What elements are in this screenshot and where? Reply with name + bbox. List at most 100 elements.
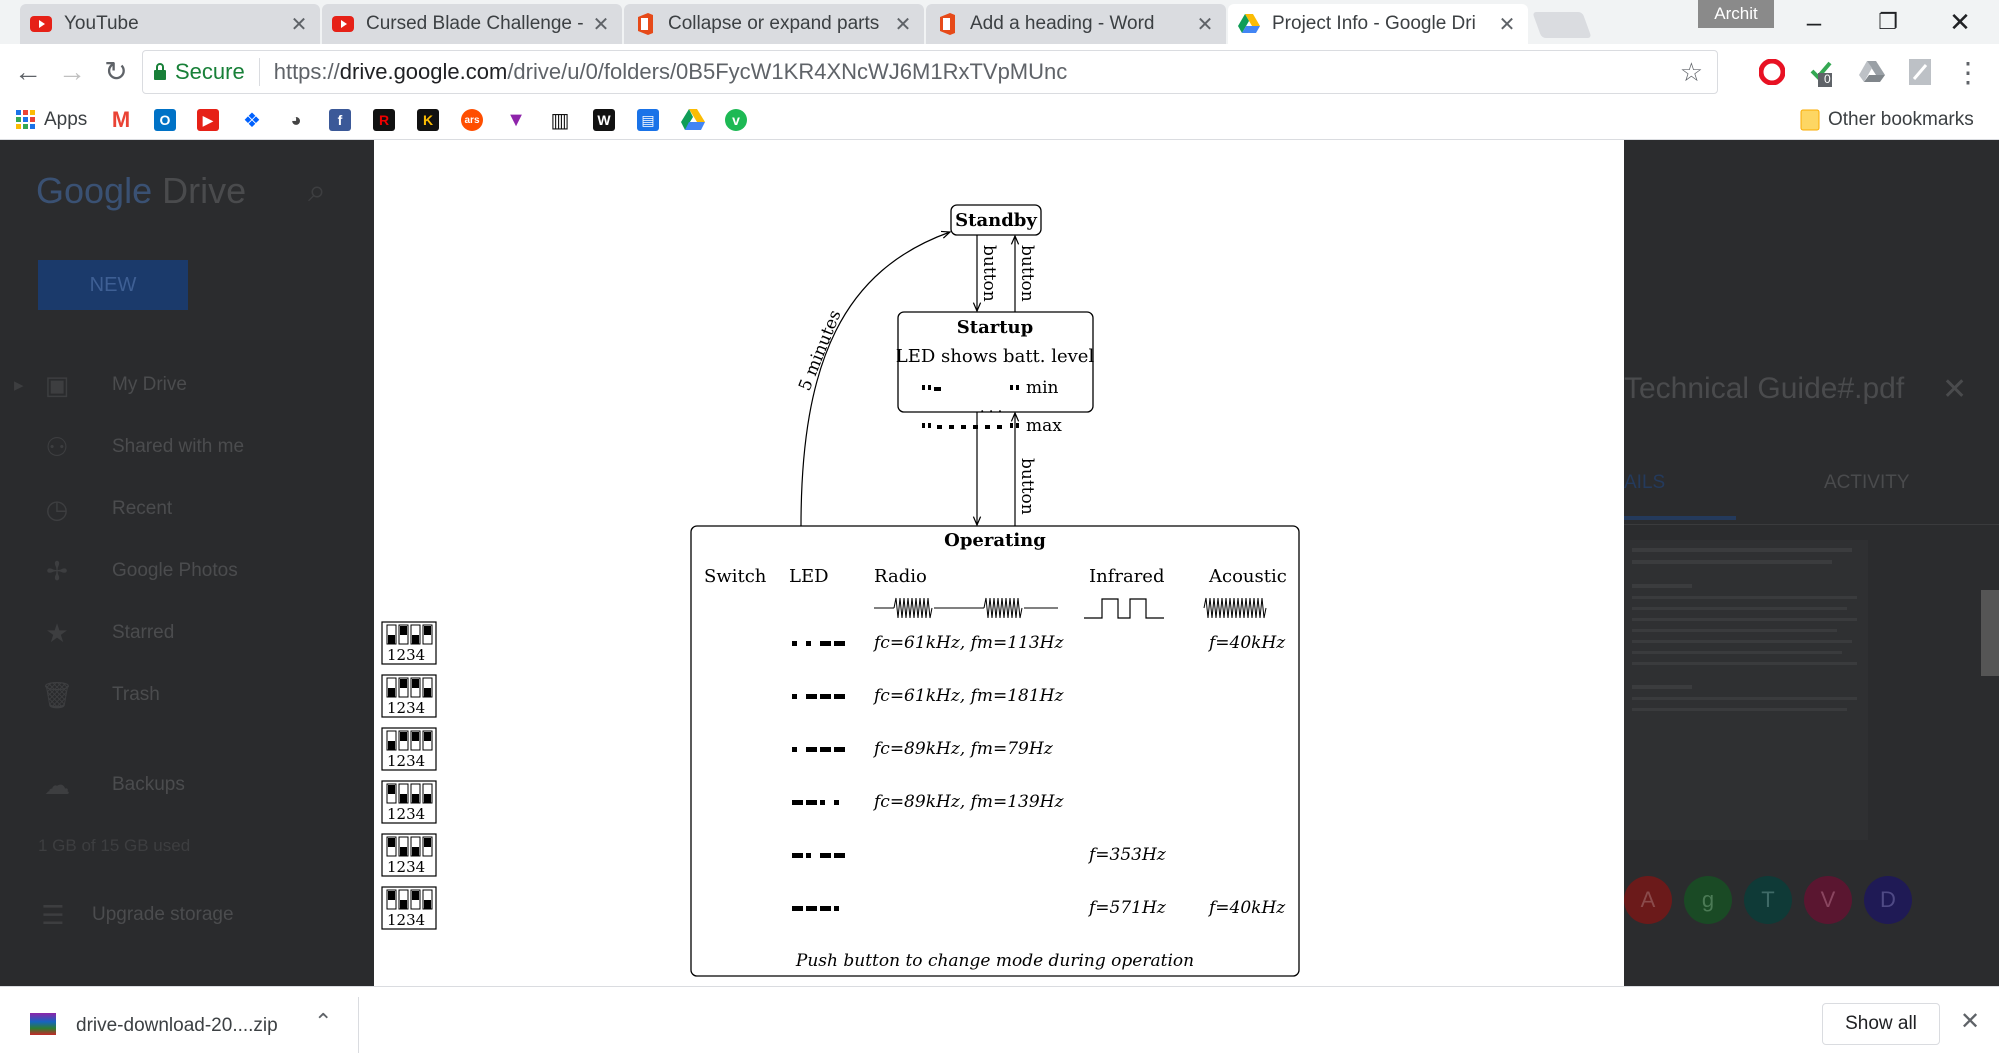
forward-icon[interactable]: → <box>52 52 92 92</box>
menu-icon[interactable]: ⋮ <box>1952 56 1984 88</box>
secure-indicator[interactable]: Secure <box>143 58 260 86</box>
footer-note: Push button to change mode during operat… <box>795 951 1194 971</box>
close-icon[interactable]: ✕ <box>1496 12 1518 37</box>
tab-project-info-drive[interactable]: Project Info - Google Dri ✕ <box>1228 4 1528 44</box>
sidebar-item-label: Trash <box>112 684 160 705</box>
ars-bookmark[interactable]: ars <box>461 108 483 132</box>
sidebar-item-backups[interactable]: ☁ Backups <box>0 760 374 810</box>
shared-icon: ⚇ <box>45 431 69 462</box>
opera-icon[interactable] <box>1756 56 1788 88</box>
r-bookmark[interactable]: R <box>373 108 395 132</box>
logo-drive: Drive <box>162 170 247 211</box>
timeout-label: 5 minutes <box>795 307 845 394</box>
sidebar-item-starred[interactable]: ★ Starred <box>0 608 374 658</box>
back-icon[interactable]: ← <box>8 52 48 92</box>
minimize-icon[interactable]: – <box>1784 4 1844 40</box>
tab-details[interactable]: AILS <box>1624 472 1665 494</box>
secure-label: Secure <box>175 59 245 84</box>
star-icon: ★ <box>45 617 69 648</box>
pdf-viewer-page[interactable]: Standby button button Startup LED shows … <box>374 140 1624 986</box>
download-filename[interactable]: drive-download-20....zip <box>76 1015 278 1037</box>
tab-cursed-blade[interactable]: Cursed Blade Challenge - ✕ <box>322 4 622 44</box>
hp-site-icon: ▥ <box>549 109 571 132</box>
sidebar-item-my-drive[interactable]: ▸ ▣ My Drive <box>0 360 374 410</box>
bookmark-star-icon[interactable]: ☆ <box>1680 57 1703 88</box>
profile-badge[interactable]: Archit <box>1698 0 1774 28</box>
close-icon[interactable]: ✕ <box>590 12 612 37</box>
new-tab-button[interactable] <box>1532 12 1592 38</box>
office-icon <box>936 13 958 35</box>
v-bookmark[interactable]: ▼ <box>505 108 527 132</box>
close-icon[interactable]: ✕ <box>288 12 310 37</box>
reddit-bookmark[interactable]: ◕ <box>285 108 307 132</box>
k-bookmark[interactable]: K <box>417 108 439 132</box>
extension-badge-icon[interactable]: 0 <box>1806 56 1838 88</box>
address-bar[interactable]: Secure https://drive.google.com/drive/u/… <box>142 50 1718 94</box>
drive-logo[interactable]: Google Drive <box>36 170 246 212</box>
new-button[interactable]: NEW <box>38 260 188 310</box>
tab-collapse-expand[interactable]: Collapse or expand parts ✕ <box>624 4 924 44</box>
apps-bookmark[interactable]: Apps <box>16 108 87 132</box>
calendar-bookmark[interactable]: ▤ <box>637 108 659 132</box>
dropbox-bookmark[interactable]: ❖ <box>241 108 263 132</box>
clock-icon: ◷ <box>45 493 69 524</box>
acoustic-freq-text: f=40kHz <box>1207 633 1286 653</box>
sidebar-item-shared[interactable]: ⚇ Shared with me <box>0 422 374 472</box>
drive-extension-icon[interactable] <box>1856 56 1888 88</box>
calendar-icon: ▤ <box>637 109 659 131</box>
expand-arrow-icon[interactable]: ▸ <box>14 374 24 397</box>
avatar[interactable]: T <box>1744 876 1792 924</box>
show-all-button[interactable]: Show all <box>1822 1003 1940 1045</box>
close-icon[interactable]: ✕ <box>892 12 914 37</box>
outlook-bookmark[interactable]: O <box>154 108 176 132</box>
drive-bookmark[interactable] <box>681 108 705 132</box>
radio-freq-text: fc=89kHz, fm=139Hz <box>872 792 1065 812</box>
infrared-freq-text: f=353Hz <box>1087 845 1167 865</box>
tab-activity[interactable]: ACTIVITY <box>1824 472 1910 494</box>
upgrade-storage-link[interactable]: ☰ Upgrade storage <box>0 890 374 940</box>
radio-freq-text: fc=89kHz, fm=79Hz <box>872 739 1054 759</box>
avatar[interactable]: g <box>1684 876 1732 924</box>
chevron-up-icon[interactable]: ⌃ <box>314 1009 332 1035</box>
reddit-icon: ◕ <box>285 109 307 131</box>
other-bookmarks-label: Other bookmarks <box>1828 109 1974 130</box>
window-close-icon[interactable]: ✕ <box>1930 4 1990 40</box>
tab-label: Collapse or expand parts <box>668 13 880 34</box>
details-close-icon[interactable]: ✕ <box>1942 372 1967 407</box>
w-bookmark[interactable]: W <box>593 108 615 132</box>
facebook-bookmark[interactable]: f <box>329 108 351 132</box>
reload-icon[interactable]: ↻ <box>96 52 136 92</box>
collaborator-avatars: A g T V D <box>1624 876 1912 924</box>
close-icon[interactable]: ✕ <box>1194 12 1216 37</box>
hp-bookmark[interactable]: ▥ <box>549 108 571 132</box>
gmail-icon: M <box>110 107 132 132</box>
avatar[interactable]: D <box>1864 876 1912 924</box>
header-radio: Radio <box>874 566 927 587</box>
sidebar-item-trash[interactable]: 🗑 Trash <box>0 670 374 720</box>
avatar[interactable]: A <box>1624 876 1672 924</box>
folder-icon <box>1800 109 1820 131</box>
switch-digits: 1234 <box>387 646 425 664</box>
url-text[interactable]: https://drive.google.com/drive/u/0/folde… <box>260 59 1068 85</box>
gmail-bookmark[interactable]: M <box>110 107 132 132</box>
sidebar-item-photos[interactable]: ✢ Google Photos <box>0 546 374 596</box>
tab-youtube[interactable]: YouTube ✕ <box>20 4 320 44</box>
sidebar-item-label: Recent <box>112 498 173 519</box>
youtube-bookmark[interactable]: ▶ <box>197 108 219 132</box>
sidebar-item-label: Google Photos <box>112 560 238 581</box>
pdf-preview[interactable] <box>1624 540 1868 840</box>
avatar[interactable]: V <box>1804 876 1852 924</box>
w-site-icon: W <box>593 109 615 131</box>
cloud-icon: ☁ <box>44 769 70 800</box>
search-icon[interactable]: ⌕ <box>308 172 326 210</box>
restore-icon[interactable]: ❐ <box>1858 4 1918 40</box>
tab-add-heading-word[interactable]: Add a heading - Word ✕ <box>926 4 1226 44</box>
sidebar-item-recent[interactable]: ◷ Recent <box>0 484 374 534</box>
extension-badge-count: 0 <box>1824 72 1831 86</box>
tv-bookmark[interactable]: v <box>725 108 747 132</box>
pdf-extension-icon[interactable] <box>1904 56 1936 88</box>
other-bookmarks[interactable]: Other bookmarks <box>1800 108 1974 132</box>
scrollbar-thumb[interactable] <box>1981 590 1999 676</box>
lock-icon <box>154 63 166 80</box>
close-shelf-icon[interactable]: ✕ <box>1960 1007 1980 1036</box>
